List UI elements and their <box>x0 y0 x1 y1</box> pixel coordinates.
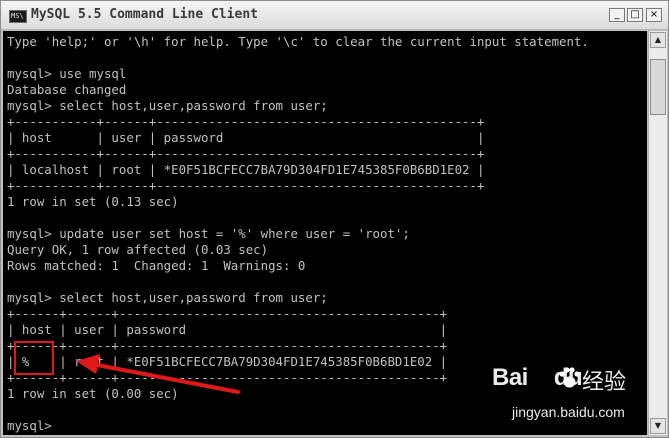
console-app-icon <box>9 10 27 23</box>
watermark-url: jingyan.baidu.com <box>512 404 625 420</box>
console-line: | host | user | password | <box>7 130 485 145</box>
scroll-up-button[interactable]: ▲ <box>650 32 666 48</box>
console-line: +------+------+-------------------------… <box>7 338 448 353</box>
scroll-thumb[interactable] <box>650 59 666 115</box>
console-line: mysql> use mysql <box>7 66 127 81</box>
maximize-button[interactable]: □ <box>627 8 643 22</box>
close-button[interactable]: × <box>646 8 662 22</box>
watermark-jingyan-text: 经验 <box>582 370 627 395</box>
console-line: Database changed <box>7 82 127 97</box>
console-line: +-----------+------+--------------------… <box>7 178 485 193</box>
window-title: MySQL 5.5 Command Line Client <box>31 7 258 22</box>
console-line: mysql> select host,user,password from us… <box>7 98 328 113</box>
minimize-button[interactable]: _ <box>609 8 625 22</box>
console-line: +------+------+-------------------------… <box>7 306 448 321</box>
console-line: Type 'help;' or '\h' for help. Type '\c'… <box>7 34 589 49</box>
console-line: | host | user | password | <box>7 322 448 337</box>
baidu-jingyan-watermark: Baidu 经验 jingyan.baidu.com <box>482 360 667 436</box>
console-line: Rows matched: 1 Changed: 1 Warnings: 0 <box>7 258 306 273</box>
console-line: mysql> update user set host = '%' where … <box>7 226 410 241</box>
console-line: +-----------+------+--------------------… <box>7 146 485 161</box>
console-line: Query OK, 1 row affected (0.03 sec) <box>7 242 269 257</box>
console-line: 1 row in set (0.13 sec) <box>7 194 179 209</box>
console-line: mysql> select host,user,password from us… <box>7 290 328 305</box>
title-bar[interactable]: MySQL 5.5 Command Line Client _ □ × <box>1 1 668 30</box>
paw-icon <box>559 367 580 388</box>
highlight-annotation-box <box>14 341 54 375</box>
console-line: +-----------+------+--------------------… <box>7 114 485 129</box>
console-line: | localhost | root | *E0F51BCFECC7BA79D3… <box>7 162 485 177</box>
